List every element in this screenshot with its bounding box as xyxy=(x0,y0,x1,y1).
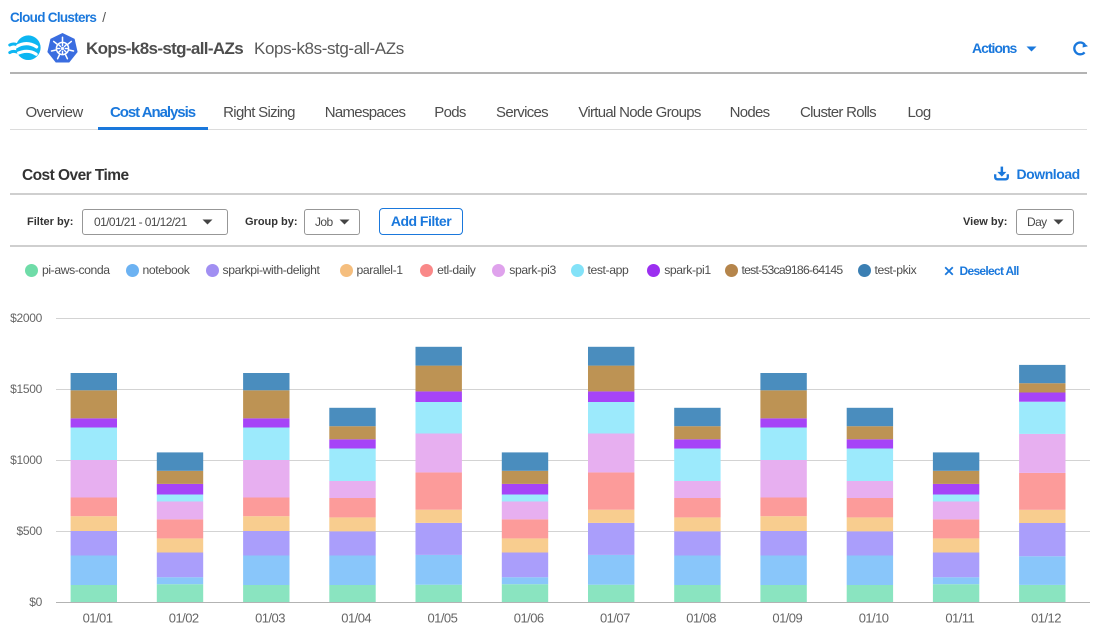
svg-text:$2000: $2000 xyxy=(10,311,42,325)
svg-text:01/06: 01/06 xyxy=(514,611,544,626)
svg-text:$500: $500 xyxy=(17,524,43,538)
svg-text:$0: $0 xyxy=(29,595,42,609)
svg-text:$1000: $1000 xyxy=(10,453,42,467)
svg-text:01/11: 01/11 xyxy=(945,611,974,626)
svg-text:01/03: 01/03 xyxy=(255,611,285,626)
svg-text:01/10: 01/10 xyxy=(859,611,889,626)
svg-text:$1500: $1500 xyxy=(10,382,42,396)
svg-text:01/04: 01/04 xyxy=(341,611,371,626)
svg-text:01/05: 01/05 xyxy=(428,611,458,626)
svg-text:01/01: 01/01 xyxy=(83,611,113,626)
svg-text:01/09: 01/09 xyxy=(772,611,802,626)
svg-text:01/07: 01/07 xyxy=(600,611,630,626)
svg-text:01/08: 01/08 xyxy=(686,611,716,626)
svg-text:01/02: 01/02 xyxy=(169,611,199,626)
svg-text:01/12: 01/12 xyxy=(1031,611,1061,626)
